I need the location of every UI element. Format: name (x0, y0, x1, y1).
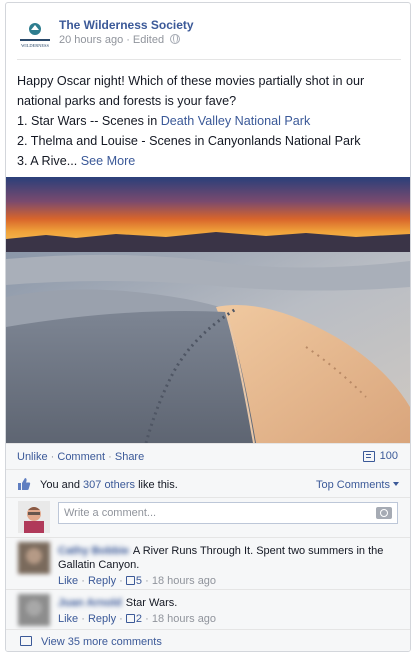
thumbs-up-icon (125, 576, 135, 585)
comment-meta: Like · Reply · 2 · 18 hours ago (58, 612, 398, 626)
thumbs-up-icon (18, 478, 31, 490)
meta-separator: · (126, 34, 130, 46)
chevron-down-icon (393, 482, 399, 486)
edited-label[interactable]: Edited (133, 34, 164, 46)
comment-like-number: 2 (135, 613, 143, 625)
comment-time[interactable]: 18 hours ago (152, 575, 216, 587)
comment-like-link[interactable]: Like (58, 613, 78, 625)
feedback-section: You and 307 others like this. Top Commen… (6, 469, 410, 651)
post-header: WILDERNESS The Wilderness Society 20 hou… (17, 14, 401, 60)
svg-text:WILDERNESS: WILDERNESS (21, 43, 49, 48)
death-valley-link[interactable]: Death Valley National Park (161, 114, 311, 128)
likes-summary: You and 307 others like this. (40, 479, 178, 491)
meta-separator: · (119, 575, 123, 587)
page-name-link[interactable]: The Wilderness Society (59, 18, 194, 32)
comment-composer (6, 497, 410, 537)
likes-prefix: You and (40, 479, 84, 491)
post-meta: 20 hours ago · Edited (59, 34, 181, 46)
comment-like-link[interactable]: Like (58, 575, 78, 587)
see-more-link[interactable]: See More (81, 154, 136, 168)
action-separator: · (108, 451, 112, 463)
globe-icon[interactable] (170, 34, 181, 44)
comment-count: 100 (379, 450, 398, 462)
unlike-link[interactable]: Unlike (17, 451, 48, 463)
avatar[interactable] (18, 594, 50, 626)
view-more-comments[interactable]: View 35 more comments (6, 629, 410, 651)
comment-sort-label: Top Comments (316, 479, 390, 491)
comment-author[interactable]: Juan Arnold (58, 597, 122, 609)
thumbs-up-icon (125, 614, 135, 623)
comment-link[interactable]: Comment (57, 451, 105, 463)
post-text-line: 3. A Rive... See More (17, 151, 407, 171)
post-text: Happy Oscar night! Which of these movies… (17, 71, 407, 171)
post-card: WILDERNESS The Wilderness Society 20 hou… (5, 2, 411, 652)
camera-icon[interactable] (376, 507, 392, 519)
avatar[interactable] (18, 542, 50, 574)
post-actions: Unlike · Comment · Share (17, 451, 144, 463)
others-liked-link[interactable]: 307 others (83, 479, 135, 491)
meta-separator: · (81, 613, 85, 625)
comment-item: Juan Arnold Star Wars. Like · Reply · 2 ·… (6, 589, 410, 629)
page-logo[interactable]: WILDERNESS (17, 20, 53, 50)
comment-item: Cathy Bobbie A River Runs Through It. Spe… (6, 537, 410, 589)
comment-count-button[interactable]: 100 (362, 450, 398, 462)
meta-separator: · (81, 575, 85, 587)
post-text-line: 1. Star Wars -- Scenes in Death Valley N… (17, 111, 407, 131)
avatar[interactable] (18, 501, 50, 533)
likes-suffix: like this. (135, 479, 178, 491)
post-actions-bar: Unlike · Comment · Share 100 (6, 443, 410, 469)
action-separator: · (50, 451, 55, 463)
post-text-line: Happy Oscar night! Which of these movies… (17, 74, 365, 88)
post-text-line: national parks and forests is your fave? (17, 94, 237, 108)
comment-like-number: 5 (135, 575, 143, 587)
view-more-comments-label: View 35 more comments (41, 636, 162, 648)
likes-row: You and 307 others like this. Top Commen… (6, 469, 410, 497)
comment-body: Cathy Bobbie A River Runs Through It. Spe… (58, 544, 398, 588)
meta-separator: · (119, 613, 123, 625)
comment-reply-link[interactable]: Reply (88, 575, 116, 587)
meta-separator: · (145, 575, 149, 587)
comment-reply-link[interactable]: Reply (88, 613, 116, 625)
share-link[interactable]: Share (115, 451, 144, 463)
comment-author[interactable]: Cathy Bobbie (58, 545, 129, 557)
comment-text: Star Wars. (125, 597, 178, 609)
comment-bubble-icon (20, 636, 32, 646)
comment-meta: Like · Reply · 5 · 18 hours ago (58, 574, 398, 588)
post-timestamp[interactable]: 20 hours ago (59, 34, 123, 46)
comment-time[interactable]: 18 hours ago (152, 613, 216, 625)
comment-like-count[interactable]: 5 (125, 575, 143, 587)
comment-sort-dropdown[interactable]: Top Comments (316, 479, 399, 491)
post-photo[interactable] (6, 177, 410, 443)
comment-bubble-icon (362, 450, 375, 462)
post-text-prefix: 1. Star Wars -- Scenes in (17, 114, 161, 128)
post-text-line: 2. Thelma and Louise - Scenes in Canyonl… (17, 134, 361, 148)
comment-input[interactable] (58, 502, 398, 524)
comment-body: Juan Arnold Star Wars. Like · Reply · 2 ·… (58, 596, 398, 626)
meta-separator: · (145, 613, 149, 625)
comment-like-count[interactable]: 2 (125, 613, 143, 625)
post-text-prefix: 3. A Rive... (17, 154, 81, 168)
